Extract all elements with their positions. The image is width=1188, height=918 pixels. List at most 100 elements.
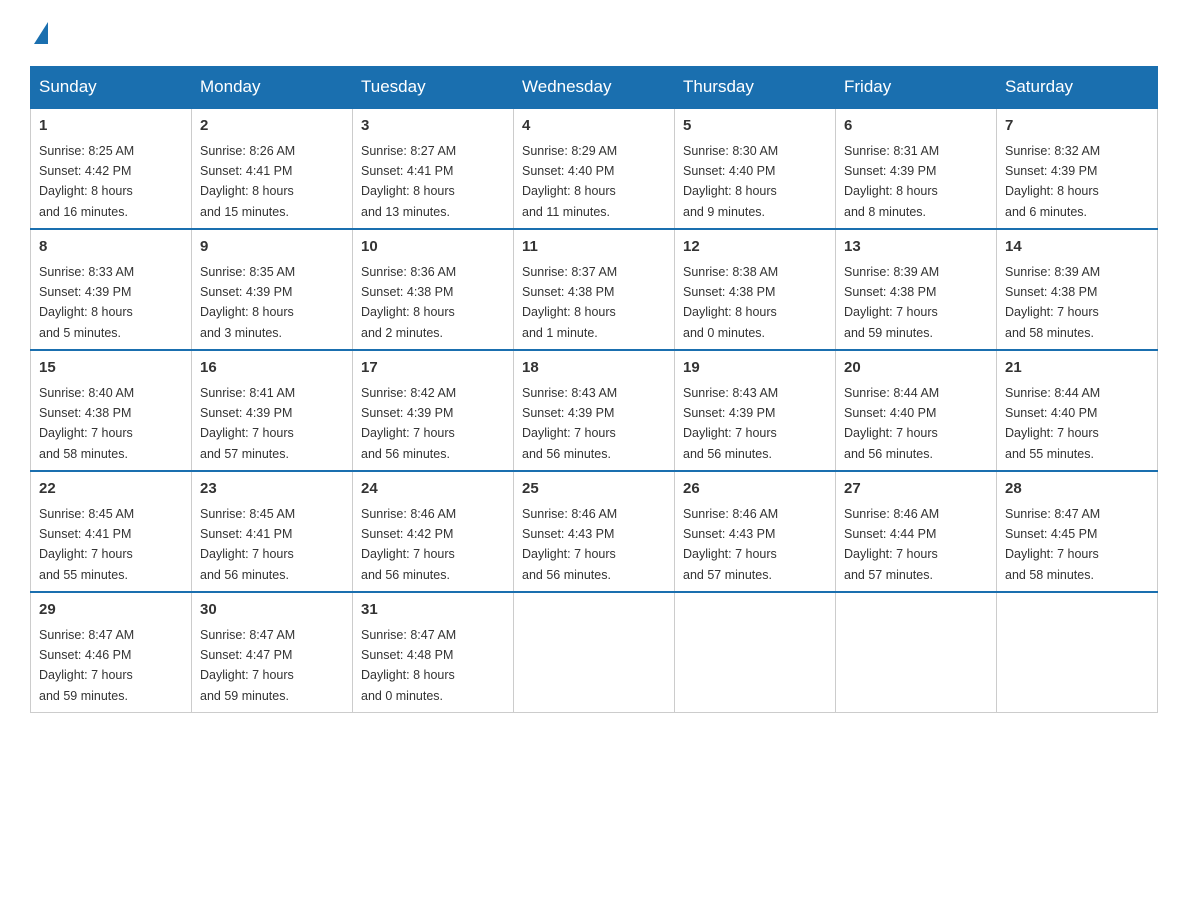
day-number: 15 xyxy=(39,357,183,380)
calendar-cell xyxy=(836,592,997,713)
calendar-day-header: Sunday xyxy=(31,67,192,109)
day-info: Sunrise: 8:44 AMSunset: 4:40 PMDaylight:… xyxy=(844,386,939,461)
day-info: Sunrise: 8:25 AMSunset: 4:42 PMDaylight:… xyxy=(39,144,134,219)
calendar-cell: 17Sunrise: 8:42 AMSunset: 4:39 PMDayligh… xyxy=(353,350,514,471)
calendar-header-row: SundayMondayTuesdayWednesdayThursdayFrid… xyxy=(31,67,1158,109)
day-number: 18 xyxy=(522,357,666,380)
calendar-cell xyxy=(514,592,675,713)
day-info: Sunrise: 8:35 AMSunset: 4:39 PMDaylight:… xyxy=(200,265,295,340)
day-number: 16 xyxy=(200,357,344,380)
page-header xyxy=(30,20,1158,46)
day-info: Sunrise: 8:37 AMSunset: 4:38 PMDaylight:… xyxy=(522,265,617,340)
day-info: Sunrise: 8:47 AMSunset: 4:47 PMDaylight:… xyxy=(200,628,295,703)
calendar-cell xyxy=(675,592,836,713)
calendar-day-header: Friday xyxy=(836,67,997,109)
day-number: 13 xyxy=(844,236,988,259)
calendar-cell: 15 Sunrise: 8:40 AMSunset: 4:38 PMDayligh… xyxy=(31,350,192,471)
day-number: 11 xyxy=(522,236,666,259)
day-number: 26 xyxy=(683,478,827,501)
calendar-cell: 18Sunrise: 8:43 AMSunset: 4:39 PMDayligh… xyxy=(514,350,675,471)
day-info: Sunrise: 8:47 AMSunset: 4:48 PMDaylight:… xyxy=(361,628,456,703)
day-number: 22 xyxy=(39,478,183,501)
day-number: 25 xyxy=(522,478,666,501)
calendar-cell: 9 Sunrise: 8:35 AMSunset: 4:39 PMDaylight… xyxy=(192,229,353,350)
day-info: Sunrise: 8:46 AMSunset: 4:43 PMDaylight:… xyxy=(683,507,778,582)
day-info: Sunrise: 8:43 AMSunset: 4:39 PMDaylight:… xyxy=(683,386,778,461)
calendar-cell: 21 Sunrise: 8:44 AMSunset: 4:40 PMDayligh… xyxy=(997,350,1158,471)
calendar-day-header: Tuesday xyxy=(353,67,514,109)
day-number: 3 xyxy=(361,115,505,138)
day-number: 28 xyxy=(1005,478,1149,501)
day-number: 6 xyxy=(844,115,988,138)
calendar-cell: 30 Sunrise: 8:47 AMSunset: 4:47 PMDayligh… xyxy=(192,592,353,713)
calendar-week-row: 15 Sunrise: 8:40 AMSunset: 4:38 PMDayligh… xyxy=(31,350,1158,471)
day-number: 20 xyxy=(844,357,988,380)
day-number: 9 xyxy=(200,236,344,259)
day-number: 10 xyxy=(361,236,505,259)
day-info: Sunrise: 8:39 AMSunset: 4:38 PMDaylight:… xyxy=(1005,265,1100,340)
day-info: Sunrise: 8:30 AMSunset: 4:40 PMDaylight:… xyxy=(683,144,778,219)
calendar-cell: 13 Sunrise: 8:39 AMSunset: 4:38 PMDayligh… xyxy=(836,229,997,350)
day-number: 30 xyxy=(200,599,344,622)
calendar-cell xyxy=(997,592,1158,713)
calendar-cell: 7 Sunrise: 8:32 AMSunset: 4:39 PMDaylight… xyxy=(997,108,1158,229)
day-number: 19 xyxy=(683,357,827,380)
day-number: 31 xyxy=(361,599,505,622)
day-info: Sunrise: 8:47 AMSunset: 4:45 PMDaylight:… xyxy=(1005,507,1100,582)
day-number: 17 xyxy=(361,357,505,380)
day-info: Sunrise: 8:33 AMSunset: 4:39 PMDaylight:… xyxy=(39,265,134,340)
day-number: 29 xyxy=(39,599,183,622)
day-number: 21 xyxy=(1005,357,1149,380)
calendar-week-row: 29 Sunrise: 8:47 AMSunset: 4:46 PMDayligh… xyxy=(31,592,1158,713)
calendar-cell: 28 Sunrise: 8:47 AMSunset: 4:45 PMDayligh… xyxy=(997,471,1158,592)
calendar-cell: 12Sunrise: 8:38 AMSunset: 4:38 PMDayligh… xyxy=(675,229,836,350)
day-number: 5 xyxy=(683,115,827,138)
calendar-cell: 16Sunrise: 8:41 AMSunset: 4:39 PMDayligh… xyxy=(192,350,353,471)
calendar-day-header: Saturday xyxy=(997,67,1158,109)
day-number: 8 xyxy=(39,236,183,259)
calendar-cell: 29 Sunrise: 8:47 AMSunset: 4:46 PMDayligh… xyxy=(31,592,192,713)
day-number: 7 xyxy=(1005,115,1149,138)
day-number: 24 xyxy=(361,478,505,501)
calendar-day-header: Thursday xyxy=(675,67,836,109)
calendar-cell: 19 Sunrise: 8:43 AMSunset: 4:39 PMDayligh… xyxy=(675,350,836,471)
day-info: Sunrise: 8:32 AMSunset: 4:39 PMDaylight:… xyxy=(1005,144,1100,219)
day-info: Sunrise: 8:45 AMSunset: 4:41 PMDaylight:… xyxy=(39,507,134,582)
day-number: 2 xyxy=(200,115,344,138)
calendar-cell: 22 Sunrise: 8:45 AMSunset: 4:41 PMDayligh… xyxy=(31,471,192,592)
calendar-cell: 20 Sunrise: 8:44 AMSunset: 4:40 PMDayligh… xyxy=(836,350,997,471)
calendar-cell: 27 Sunrise: 8:46 AMSunset: 4:44 PMDayligh… xyxy=(836,471,997,592)
calendar-cell: 2 Sunrise: 8:26 AMSunset: 4:41 PMDaylight… xyxy=(192,108,353,229)
calendar-cell: 4Sunrise: 8:29 AMSunset: 4:40 PMDaylight… xyxy=(514,108,675,229)
calendar-cell: 25 Sunrise: 8:46 AMSunset: 4:43 PMDayligh… xyxy=(514,471,675,592)
day-number: 1 xyxy=(39,115,183,138)
calendar-cell: 3 Sunrise: 8:27 AMSunset: 4:41 PMDaylight… xyxy=(353,108,514,229)
day-info: Sunrise: 8:45 AMSunset: 4:41 PMDaylight:… xyxy=(200,507,295,582)
day-info: Sunrise: 8:31 AMSunset: 4:39 PMDaylight:… xyxy=(844,144,939,219)
day-info: Sunrise: 8:39 AMSunset: 4:38 PMDaylight:… xyxy=(844,265,939,340)
calendar-cell: 8 Sunrise: 8:33 AMSunset: 4:39 PMDaylight… xyxy=(31,229,192,350)
calendar-week-row: 1 Sunrise: 8:25 AMSunset: 4:42 PMDaylight… xyxy=(31,108,1158,229)
calendar-day-header: Wednesday xyxy=(514,67,675,109)
day-number: 23 xyxy=(200,478,344,501)
day-info: Sunrise: 8:46 AMSunset: 4:44 PMDaylight:… xyxy=(844,507,939,582)
day-info: Sunrise: 8:47 AMSunset: 4:46 PMDaylight:… xyxy=(39,628,134,703)
day-number: 14 xyxy=(1005,236,1149,259)
day-number: 27 xyxy=(844,478,988,501)
calendar-week-row: 8 Sunrise: 8:33 AMSunset: 4:39 PMDaylight… xyxy=(31,229,1158,350)
calendar-cell: 10 Sunrise: 8:36 AMSunset: 4:38 PMDayligh… xyxy=(353,229,514,350)
day-info: Sunrise: 8:36 AMSunset: 4:38 PMDaylight:… xyxy=(361,265,456,340)
logo xyxy=(30,20,50,46)
day-info: Sunrise: 8:40 AMSunset: 4:38 PMDaylight:… xyxy=(39,386,134,461)
calendar-cell: 31 Sunrise: 8:47 AMSunset: 4:48 PMDayligh… xyxy=(353,592,514,713)
calendar-cell: 26 Sunrise: 8:46 AMSunset: 4:43 PMDayligh… xyxy=(675,471,836,592)
day-info: Sunrise: 8:26 AMSunset: 4:41 PMDaylight:… xyxy=(200,144,295,219)
day-info: Sunrise: 8:29 AMSunset: 4:40 PMDaylight:… xyxy=(522,144,617,219)
calendar-cell: 24 Sunrise: 8:46 AMSunset: 4:42 PMDayligh… xyxy=(353,471,514,592)
day-info: Sunrise: 8:27 AMSunset: 4:41 PMDaylight:… xyxy=(361,144,456,219)
day-info: Sunrise: 8:44 AMSunset: 4:40 PMDaylight:… xyxy=(1005,386,1100,461)
day-info: Sunrise: 8:46 AMSunset: 4:42 PMDaylight:… xyxy=(361,507,456,582)
day-info: Sunrise: 8:46 AMSunset: 4:43 PMDaylight:… xyxy=(522,507,617,582)
calendar-cell: 5 Sunrise: 8:30 AMSunset: 4:40 PMDaylight… xyxy=(675,108,836,229)
day-number: 12 xyxy=(683,236,827,259)
